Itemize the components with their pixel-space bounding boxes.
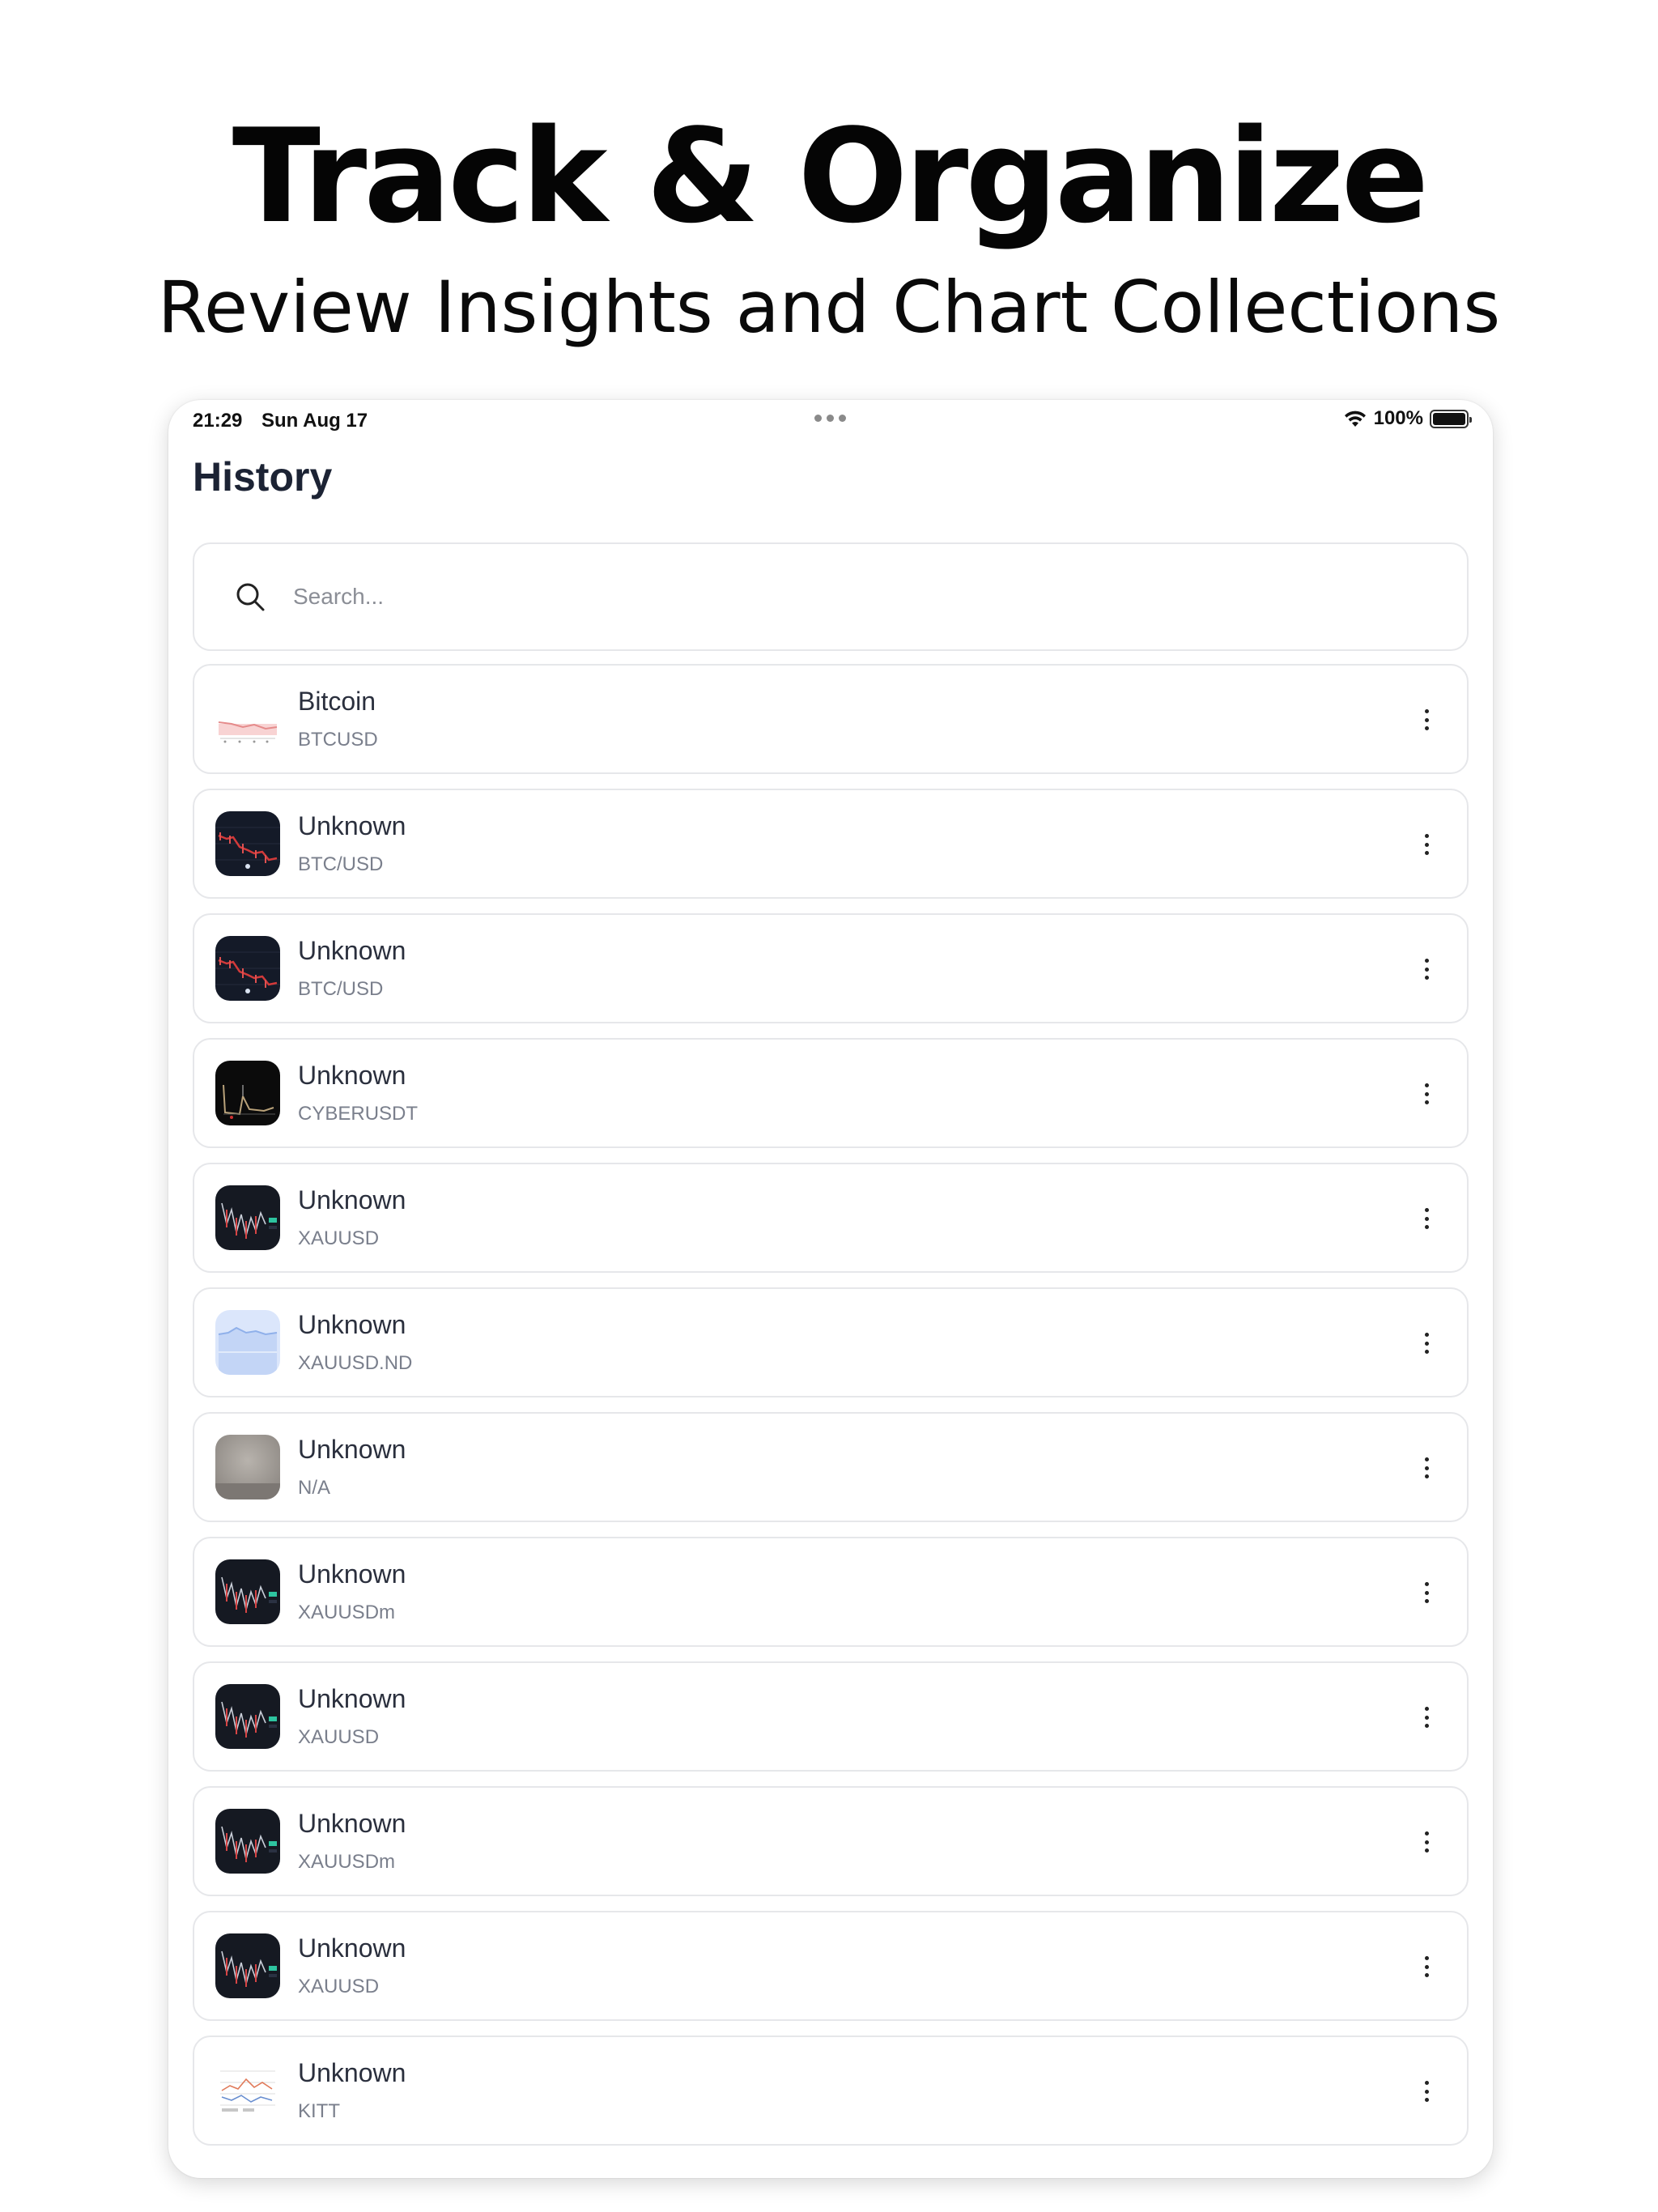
marketing-headline: Track & Organize [232, 100, 1429, 252]
more-options-icon[interactable] [1417, 1329, 1436, 1357]
history-item[interactable]: Unknown BTC/USD [193, 789, 1469, 899]
item-name: Unknown [298, 936, 406, 965]
more-options-icon[interactable] [1417, 1704, 1436, 1731]
battery-icon [1430, 409, 1472, 428]
marketing-subheadline: Review Insights and Chart Collections [157, 266, 1501, 349]
item-symbol: KITT [298, 2100, 340, 2122]
chart-thumbnail [215, 1185, 280, 1250]
history-item[interactable]: Bitcoin BTCUSD [193, 664, 1469, 774]
item-name: Unknown [298, 2058, 406, 2087]
more-options-icon[interactable] [1417, 2078, 1436, 2105]
chart-thumbnail [215, 1559, 280, 1624]
history-item[interactable]: Unknown N/A [193, 1412, 1469, 1522]
chart-thumbnail [215, 687, 280, 751]
history-item[interactable]: Unknown XAUUSDm [193, 1786, 1469, 1896]
item-name: Unknown [298, 1435, 406, 1464]
history-item[interactable]: Unknown XAUUSD [193, 1661, 1469, 1772]
item-symbol: BTCUSD [298, 729, 378, 751]
multitasking-dots-icon[interactable] [814, 415, 846, 422]
item-symbol: XAUUSD.ND [298, 1352, 413, 1374]
battery-percent: 100% [1373, 407, 1423, 429]
item-name: Unknown [298, 811, 406, 840]
item-symbol: BTC/USD [298, 853, 384, 875]
item-symbol: BTC/USD [298, 978, 384, 1000]
more-options-icon[interactable] [1417, 1080, 1436, 1108]
chart-thumbnail [215, 2058, 280, 2123]
item-name: Unknown [298, 1809, 406, 1838]
chart-thumbnail [215, 936, 280, 1001]
status-bar: 21:29 Sun Aug 17 100% [168, 400, 1493, 440]
item-symbol: XAUUSDm [298, 1851, 396, 1873]
search-bar[interactable] [193, 542, 1469, 651]
status-time: 21:29 [193, 410, 243, 432]
more-options-icon[interactable] [1417, 1579, 1436, 1606]
item-symbol: XAUUSD [298, 1976, 380, 1997]
history-item[interactable]: Unknown XAUUSD.ND [193, 1287, 1469, 1397]
chart-thumbnail [215, 811, 280, 876]
more-options-icon[interactable] [1417, 1953, 1436, 1980]
item-name: Unknown [298, 1310, 406, 1339]
history-item[interactable]: Unknown XAUUSDm [193, 1537, 1469, 1647]
chart-thumbnail [215, 1310, 280, 1375]
more-options-icon[interactable] [1417, 1828, 1436, 1856]
item-name: Bitcoin [298, 687, 376, 716]
chart-thumbnail [215, 1684, 280, 1749]
more-options-icon[interactable] [1417, 1454, 1436, 1482]
history-item[interactable]: Unknown BTC/USD [193, 913, 1469, 1023]
status-date: Sun Aug 17 [261, 410, 368, 432]
more-options-icon[interactable] [1417, 1205, 1436, 1232]
tablet-screen: 21:29 Sun Aug 17 100% History Bitcoin BTC… [168, 400, 1493, 2178]
chart-thumbnail [215, 1061, 280, 1125]
item-symbol: XAUUSD [298, 1227, 380, 1249]
history-item[interactable]: Unknown KITT [193, 2035, 1469, 2146]
chart-thumbnail [215, 1933, 280, 1998]
item-name: Unknown [298, 1185, 406, 1214]
item-name: Unknown [298, 1061, 406, 1090]
item-name: Unknown [298, 1684, 406, 1713]
history-item[interactable]: Unknown CYBERUSDT [193, 1038, 1469, 1148]
history-item[interactable]: Unknown XAUUSD [193, 1911, 1469, 2021]
item-name: Unknown [298, 1933, 406, 1963]
item-symbol: XAUUSDm [298, 1602, 396, 1623]
history-list: Bitcoin BTCUSD Unknown BTC/USD Unknown BTC/US… [193, 664, 1469, 2160]
chart-thumbnail [215, 1435, 280, 1499]
chart-thumbnail [215, 1809, 280, 1874]
search-icon [236, 583, 265, 611]
wifi-icon [1344, 410, 1366, 427]
more-options-icon[interactable] [1417, 706, 1436, 734]
page-title: History [193, 454, 333, 500]
item-symbol: N/A [298, 1477, 331, 1499]
more-options-icon[interactable] [1417, 831, 1436, 858]
status-right: 100% [1343, 407, 1472, 430]
search-input[interactable] [293, 584, 1346, 610]
item-symbol: CYBERUSDT [298, 1103, 419, 1125]
more-options-icon[interactable] [1417, 955, 1436, 983]
item-symbol: XAUUSD [298, 1726, 380, 1748]
item-name: Unknown [298, 1559, 406, 1589]
history-item[interactable]: Unknown XAUUSD [193, 1163, 1469, 1273]
